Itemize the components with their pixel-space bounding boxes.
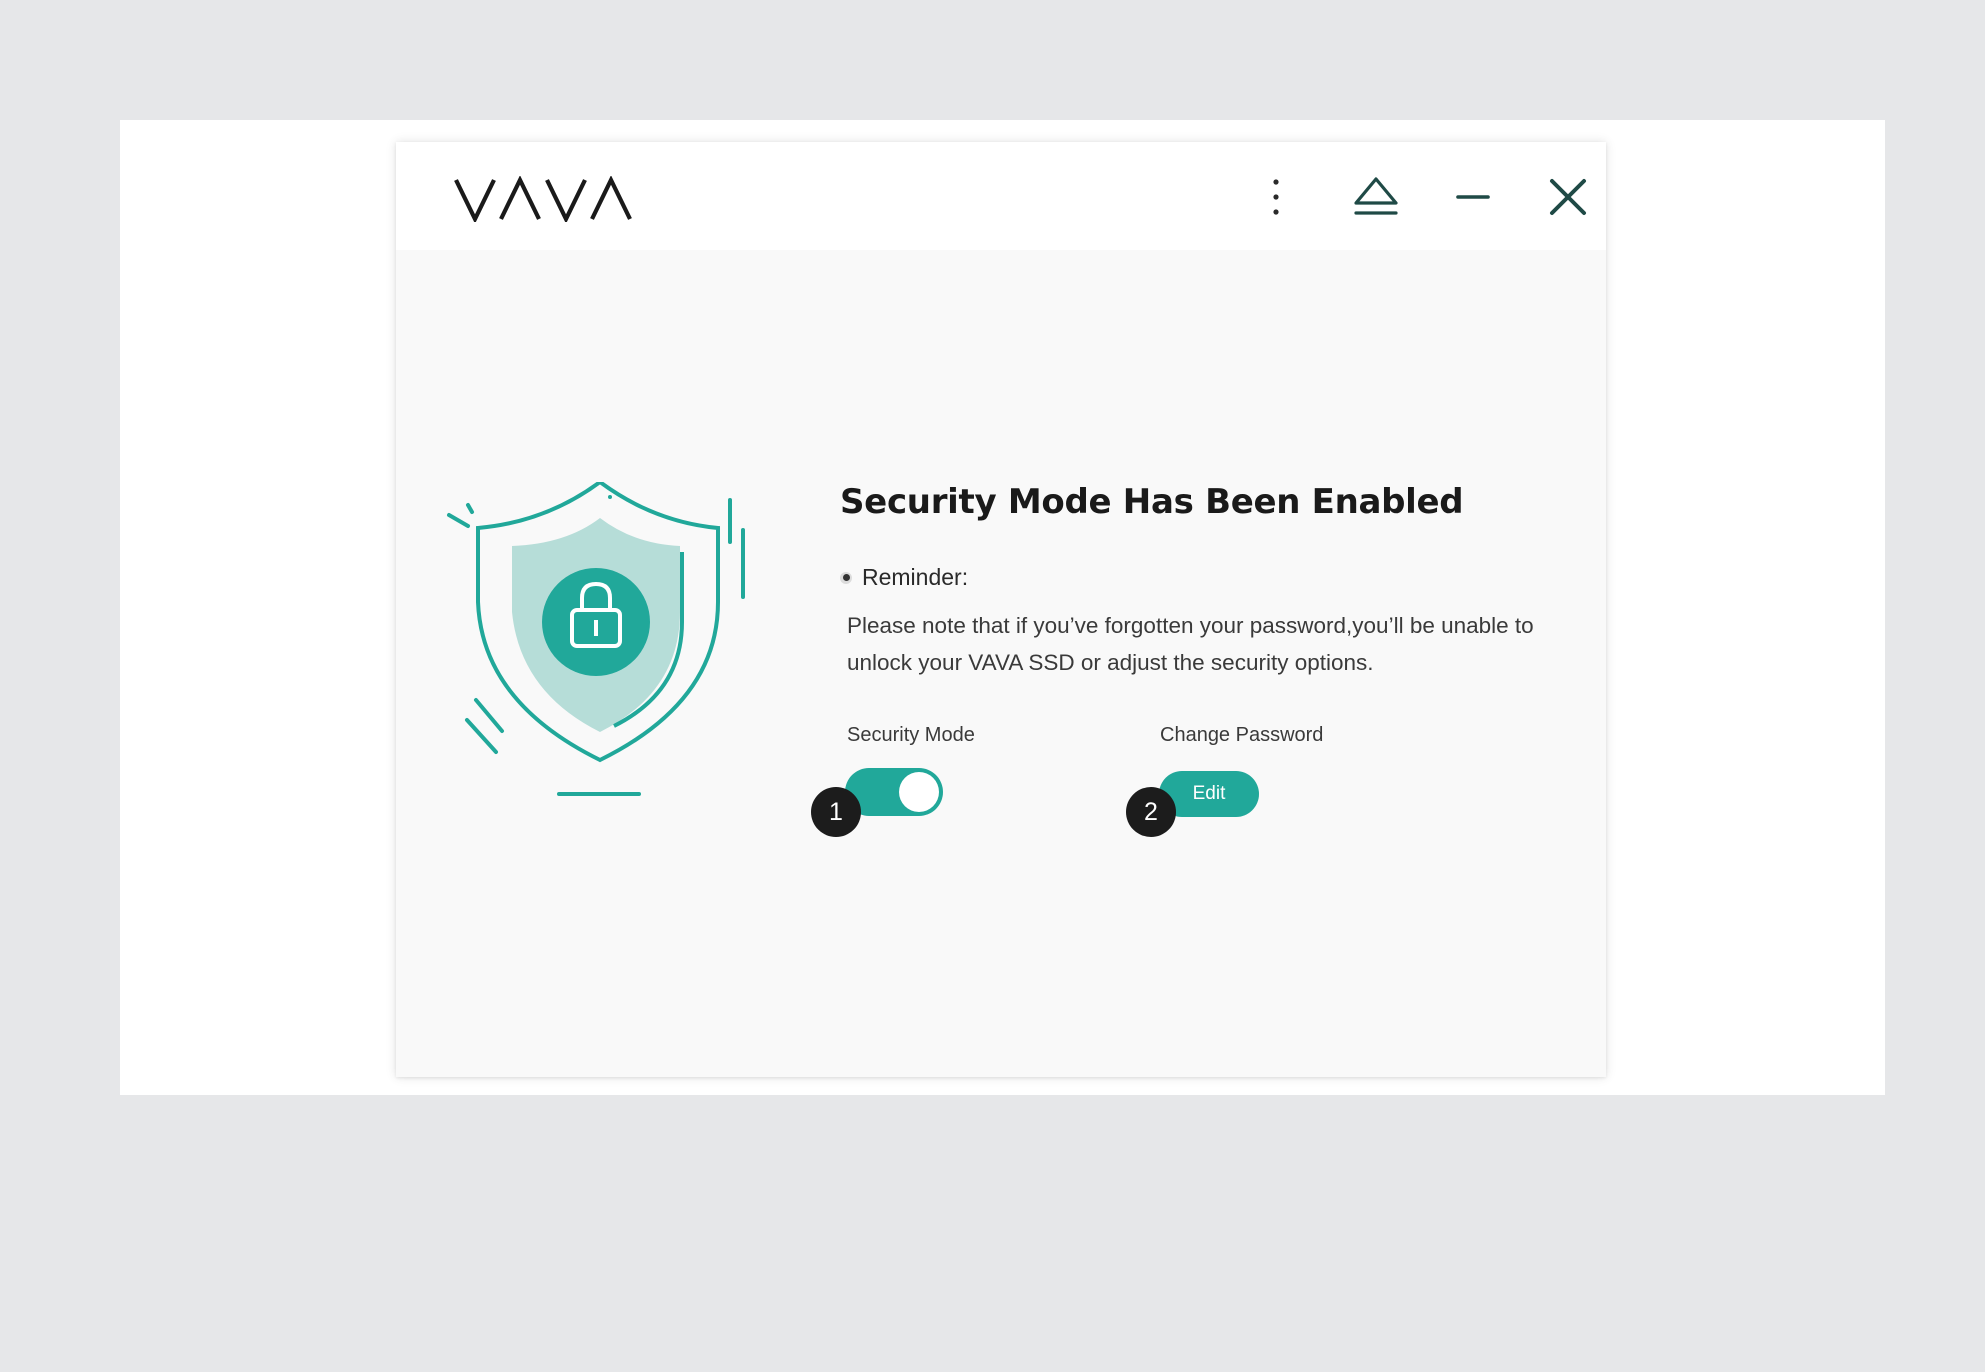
close-icon — [1550, 179, 1586, 215]
bullet-icon — [840, 571, 852, 584]
more-vertical-icon — [1273, 179, 1279, 215]
page-title: Security Mode Has Been Enabled — [840, 482, 1464, 522]
minimize-button[interactable] — [1444, 168, 1502, 226]
eject-icon — [1354, 177, 1398, 215]
toggle-knob — [899, 772, 939, 812]
change-password-label: Change Password — [1160, 724, 1324, 746]
close-button[interactable] — [1539, 168, 1597, 226]
security-mode-label: Security Mode — [847, 724, 975, 746]
shield-lock-icon — [447, 482, 745, 796]
app-window: Security Mode Has Been Enabled Reminder:… — [396, 142, 1606, 1077]
reminder-text: Please note that if you’ve forgotten you… — [847, 613, 1534, 675]
eject-button[interactable] — [1347, 168, 1405, 226]
reminder-label: Reminder: — [862, 564, 969, 590]
reminder-row: Reminder: — [840, 564, 968, 591]
minimize-icon — [1456, 195, 1490, 199]
more-options-button[interactable] — [1247, 168, 1305, 226]
annotation-marker-1: 1 — [811, 787, 861, 837]
annotation-marker-2: 2 — [1126, 787, 1176, 837]
vava-logo — [454, 176, 632, 222]
title-bar — [396, 142, 1606, 250]
